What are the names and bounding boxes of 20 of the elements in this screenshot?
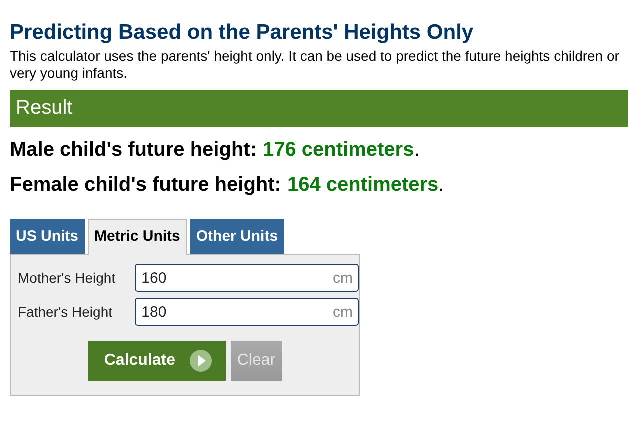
- result-period: .: [438, 174, 444, 196]
- description-text: This calculator uses the parents' height only. It can be used to predict the future heights children or very young infants.: [10, 48, 620, 82]
- unit-label: cm: [333, 304, 353, 320]
- page-heading: Predicting Based on the Parents' Heights Only: [10, 20, 475, 46]
- unit-tab[interactable]: Metric Units: [88, 219, 188, 255]
- result-value: 164 centimeters: [287, 174, 439, 196]
- result-label: Male child's future height:: [10, 139, 257, 161]
- unit-label: cm: [333, 270, 353, 286]
- result-label: Female child's future height:: [10, 174, 282, 196]
- unit-tab[interactable]: Other Units: [190, 219, 284, 254]
- result-value: 176 centimeters: [263, 139, 414, 161]
- result-period: .: [414, 139, 420, 161]
- calculate-button[interactable]: Calculate: [88, 341, 226, 381]
- unit-tab[interactable]: US Units: [10, 219, 85, 254]
- field-label: Father's Height: [18, 304, 114, 320]
- input-field[interactable]: 180 cm: [134, 298, 359, 326]
- result-bar: Result: [10, 90, 628, 127]
- play-icon: [190, 350, 212, 372]
- input-field[interactable]: 160 cm: [134, 264, 359, 292]
- field-label: Mother's Height: [18, 270, 117, 286]
